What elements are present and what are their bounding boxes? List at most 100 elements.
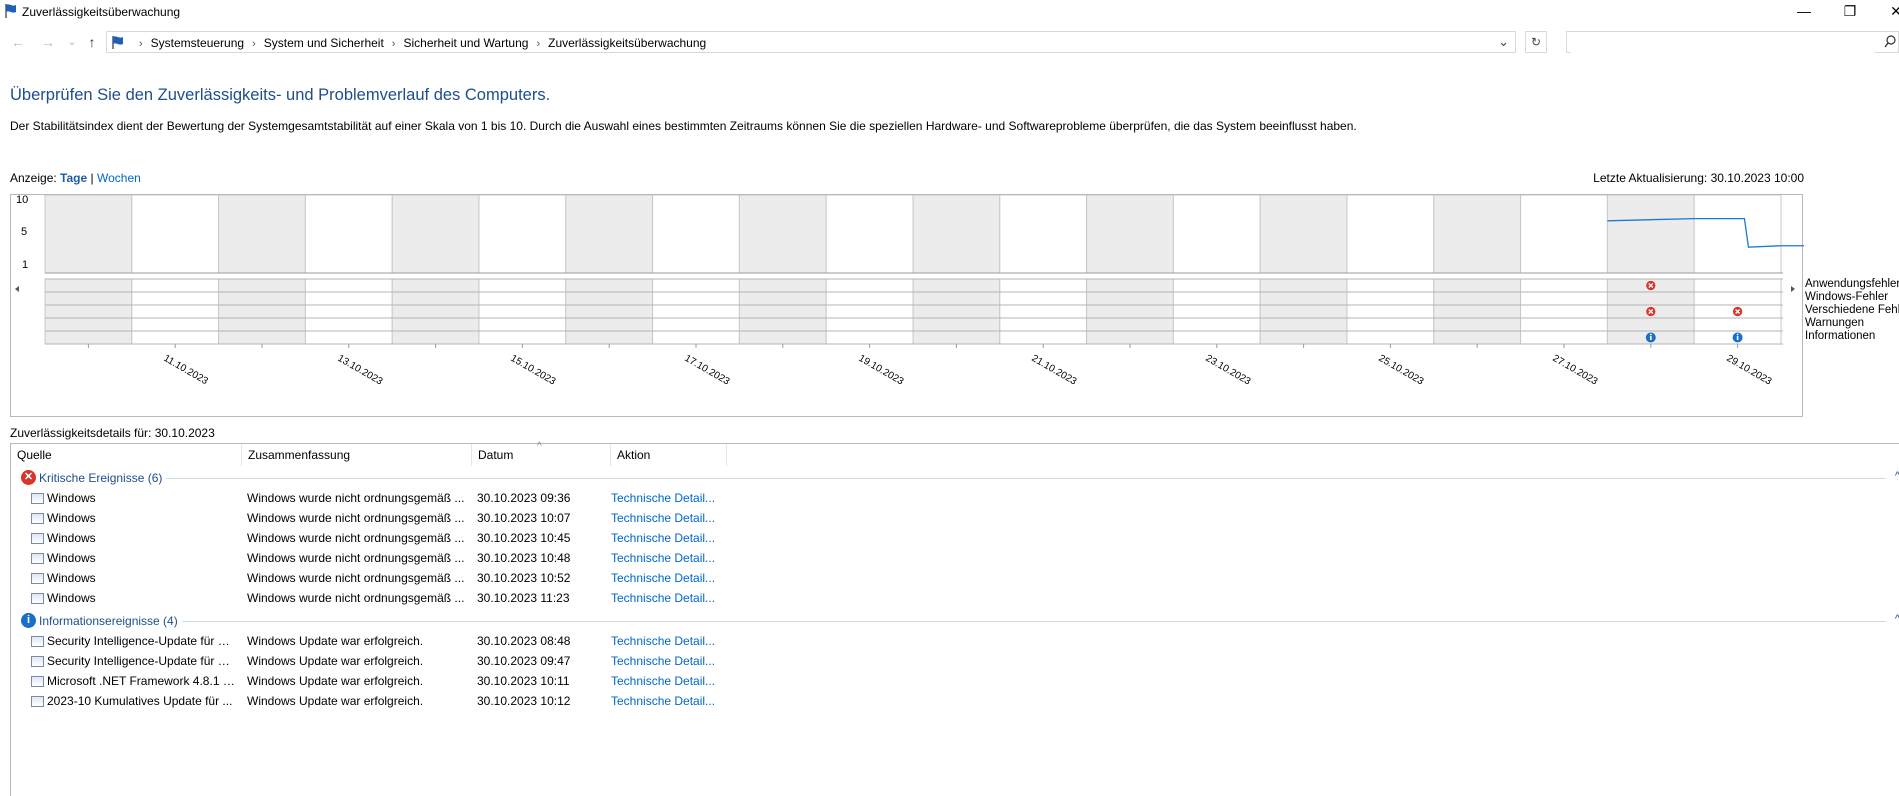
summary-cell: Windows Update war erfolgreich. [247,654,424,668]
day-column [565,195,654,274]
table-row[interactable]: Windows Windows wurde nicht ordnungsgemäß… [11,568,1011,588]
source-cell: Security Intelligence-Update für M... [47,654,237,668]
events-table[interactable]: Quelle Zusammenfassung Datum Aktion ^ ✕ K… [10,441,1899,796]
close-button[interactable]: ✕ [1873,0,1899,24]
group-divider [161,478,1886,479]
y-tick-label: 10 [16,194,29,206]
table-row[interactable]: Security Intelligence-Update für M... Win… [11,631,1011,651]
scroll-right-icon[interactable] [1791,286,1795,292]
action-link[interactable]: Technische Detail... [611,491,715,505]
event-row-label: Verschiedene Fehler [1805,304,1899,316]
day-column [478,195,567,274]
reliability-chart-svg[interactable] [11,195,1804,418]
collapse-chevron-icon[interactable]: ^ [1895,613,1899,625]
column-quelle[interactable]: Quelle [11,444,242,466]
day-event-column [218,278,306,345]
view-switch: Anzeige: Tage | Wochen [10,171,141,185]
view-separator: | [90,171,94,185]
crumb-system-und-sicherheit[interactable]: System und Sicherheit [264,36,384,50]
action-link[interactable]: Technische Detail... [611,654,715,668]
sort-indicator-icon: ^ [537,441,542,452]
day-event-column [478,278,567,345]
back-button[interactable]: ← [10,34,26,50]
search-icon[interactable] [1884,35,1896,48]
event-group-error[interactable]: ✕ Kritische Ereignisse (6) ^ [11,468,1899,488]
day-event-column [1520,278,1608,345]
summary-cell: Windows wurde nicht ordnungsgemäß ... [247,571,465,585]
summary-cell: Windows Update war erfolgreich. [247,634,424,648]
table-row[interactable]: Windows Windows wurde nicht ordnungsgemäß… [11,488,1011,508]
crumb-zuverlaessigkeitsueberwachung[interactable]: Zuverlässigkeitsüberwachung [548,36,706,50]
scroll-left-icon[interactable] [15,286,19,292]
recent-locations-button[interactable]: ⌄ [64,34,80,50]
action-link[interactable]: Technische Detail... [611,674,715,688]
day-event-column [1259,278,1348,345]
table-row[interactable]: 2023-10 Kumulatives Update für ... Window… [11,691,1011,711]
date-cell: 30.10.2023 09:36 [477,491,571,505]
action-link[interactable]: Technische Detail... [611,531,715,545]
date-cell: 30.10.2023 11:23 [477,591,570,605]
control-panel-flag-icon [112,36,123,49]
date-cell: 30.10.2023 10:45 [477,531,571,545]
breadcrumb: › Systemsteuerung › System und Sicherheit › S… [131,36,706,50]
day-event-column [738,278,827,345]
info-glyph [1736,336,1739,340]
table-row[interactable]: Windows Windows wurde nicht ordnungsgemäß… [11,528,1011,548]
collapse-chevron-icon[interactable]: ^ [1895,470,1899,482]
day-column [304,195,393,274]
event-group-info[interactable]: i Informationsereignisse (4) ^ [11,611,1899,631]
day-event-column [131,278,220,345]
column-aktion[interactable]: Aktion [611,444,727,466]
source-cell: Windows [47,591,96,605]
search-box[interactable] [1566,31,1899,53]
maximize-button[interactable]: ❐ [1827,0,1873,24]
action-link[interactable]: Technische Detail... [611,591,715,605]
chevron-right-icon: › [536,38,541,50]
up-button[interactable]: ↑ [84,34,100,50]
action-link[interactable]: Technische Detail... [611,551,715,565]
table-row[interactable]: Microsoft .NET Framework 4.8.1 L... Windo… [11,671,1011,691]
day-column [1172,195,1261,274]
info-glyph-dot [1649,333,1652,336]
day-event-column [825,278,914,345]
table-row[interactable]: Windows Windows wurde nicht ordnungsgemäß… [11,588,1011,608]
information-event-icon: i [21,613,36,628]
day-column [131,195,220,274]
source-app-icon [31,636,44,647]
crumb-systemsteuerung[interactable]: Systemsteuerung [151,36,244,50]
date-cell: 30.10.2023 10:07 [477,511,571,525]
day-column [1606,195,1695,274]
summary-cell: Windows wurde nicht ordnungsgemäß ... [247,551,465,565]
date-cell: 30.10.2023 10:52 [477,571,571,585]
day-event-column [304,278,393,345]
view-days-link[interactable]: Tage [60,171,87,185]
y-tick-label: 5 [21,226,28,238]
summary-cell: Windows wurde nicht ordnungsgemäß ... [247,531,465,545]
day-column [825,195,914,274]
search-input[interactable] [1571,33,1875,53]
refresh-button[interactable]: ↻ [1525,31,1547,53]
table-row[interactable]: Windows Windows wurde nicht ordnungsgemäß… [11,508,1011,528]
day-event-column [912,278,1001,345]
source-app-icon [31,513,44,524]
action-link[interactable]: Technische Detail... [611,511,715,525]
address-dropdown-icon[interactable]: ⌄ [1498,34,1509,50]
table-row[interactable]: Security Intelligence-Update für M... Win… [11,651,1011,671]
address-bar[interactable]: › Systemsteuerung › System und Sicherheit › S… [106,31,1516,53]
action-link[interactable]: Technische Detail... [611,634,715,648]
source-app-icon [31,676,44,687]
reliability-chart[interactable]: 10 5 1 11.10.2023 13.10.2023 15.10.2023 17.… [10,194,1899,418]
date-cell: 30.10.2023 09:47 [477,654,571,668]
crumb-sicherheit-und-wartung[interactable]: Sicherheit und Wartung [403,36,528,50]
minimize-button[interactable]: — [1781,0,1827,24]
y-tick-label: 1 [22,259,29,271]
source-app-icon [31,696,44,707]
forward-button[interactable]: → [40,34,56,50]
details-label: Zuverlässigkeitsdetails für: 30.10.2023 [10,426,215,440]
table-row[interactable]: Windows Windows wurde nicht ordnungsgemäß… [11,548,1011,568]
action-link[interactable]: Technische Detail... [611,694,715,708]
action-link[interactable]: Technische Detail... [611,571,715,585]
column-zusammenfassung[interactable]: Zusammenfassung [242,444,472,466]
view-weeks-link[interactable]: Wochen [97,171,141,185]
view-label: Anzeige: [10,171,57,185]
